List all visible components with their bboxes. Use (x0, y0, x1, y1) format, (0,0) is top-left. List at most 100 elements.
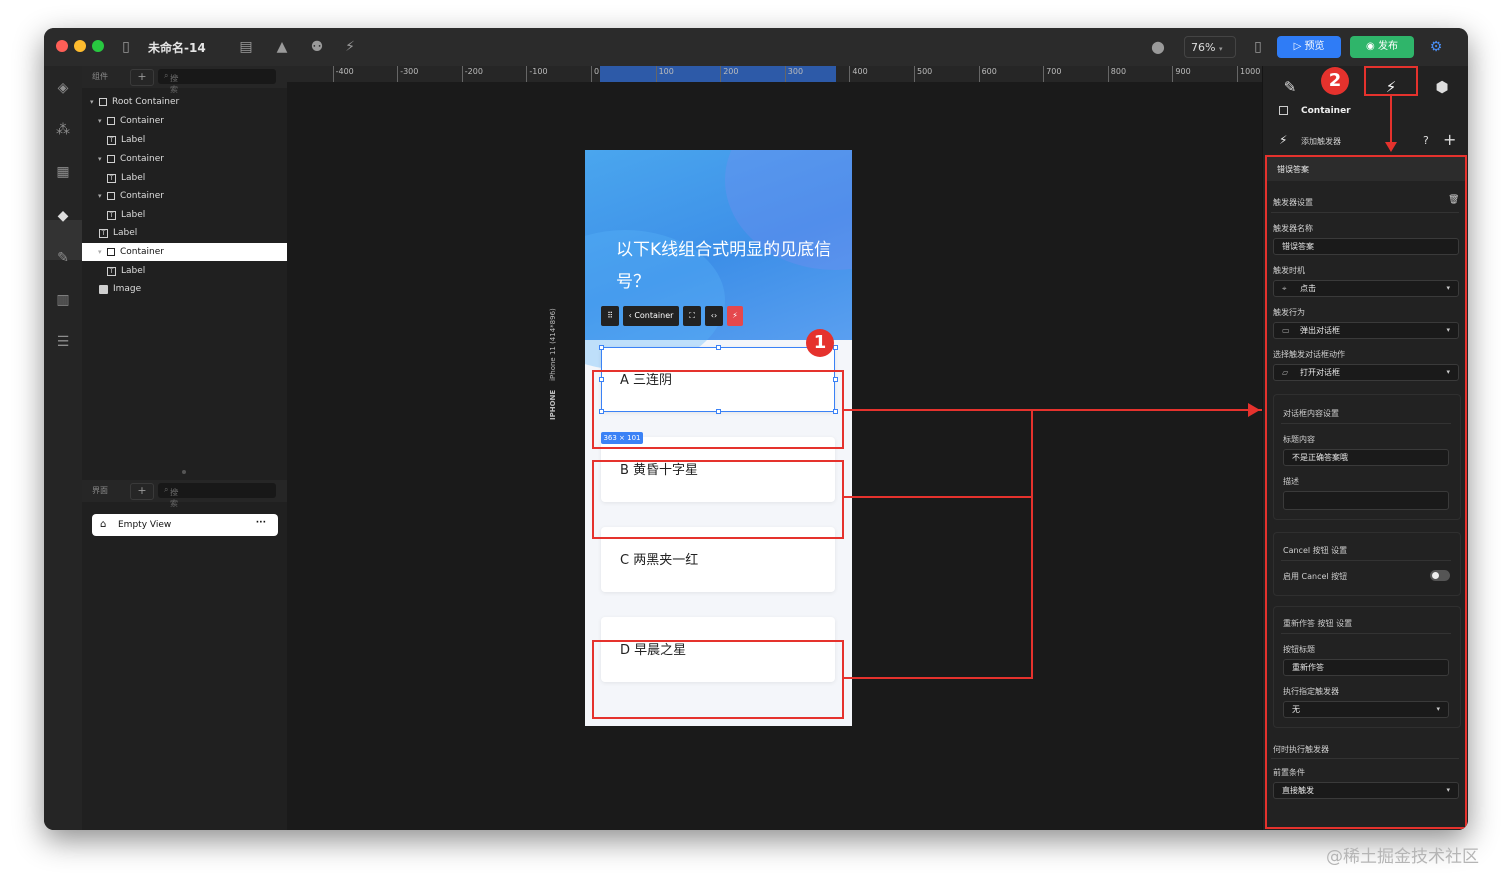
plugin-icon[interactable]: ⬢ (1427, 74, 1457, 100)
ruler-tick (591, 66, 592, 82)
settings-sliders-icon[interactable]: ⚙ (1426, 37, 1446, 57)
ruler-tick (914, 66, 915, 82)
dialog-action-select[interactable]: ▱ 打开对话框 ▾ (1273, 364, 1459, 381)
page-item-label: Empty View (118, 520, 172, 530)
components-icon[interactable]: ⚉ (307, 37, 327, 57)
layer-row[interactable]: T Label (82, 262, 287, 280)
container-icon (99, 98, 107, 106)
question-text[interactable]: 以下K线组合式明显的见底信号？ (616, 234, 838, 298)
close-window-button[interactable] (56, 40, 68, 52)
design-canvas[interactable]: IPHONE iPhone 11 (414*896) 以下K线组合式明显的见底信… (287, 82, 1262, 830)
app-window: ▯ 未命名-14 ▤ ▲ ⚉ ⚡ ● 76% ▾ ▯ ▷ 预览 ◉ 发布 ⚙ ◈… (44, 28, 1468, 830)
layers-icon[interactable]: ◆ (53, 206, 73, 226)
parent-container-button[interactable]: ‹ Container (623, 306, 679, 326)
fit-icon[interactable]: ⛶ (683, 306, 701, 326)
assets-icon[interactable]: ⁂ (53, 120, 73, 140)
layer-label: Container (120, 191, 164, 201)
pin-icon[interactable]: ✎ (53, 248, 73, 268)
annotation-box-a (592, 370, 844, 449)
exec-trigger-select[interactable]: 无 ▾ (1283, 701, 1449, 718)
template-icon[interactable]: ▥ (53, 290, 73, 310)
annotation-connector (1390, 96, 1392, 146)
trigger-action-select[interactable]: ▭ 弹出对话框 ▾ (1273, 322, 1459, 339)
pages-search-placeholder: ⌕ 搜索… (164, 485, 180, 508)
code-icon[interactable]: ‹› (705, 306, 723, 326)
layer-row[interactable]: T Label (82, 224, 287, 242)
message-icon: ▱ (1282, 368, 1289, 377)
add-page-button[interactable]: + (130, 483, 154, 500)
question-header[interactable]: 以下K线组合式明显的见底信号？ ⠿ ‹ Container ⛶ ‹› ⚡ (585, 150, 852, 370)
layer-row[interactable]: Image (82, 280, 287, 298)
pointer-icon: ⌖ (1282, 284, 1287, 293)
trash-icon[interactable]: 🗑 (1448, 195, 1459, 205)
expand-caret-icon[interactable]: ▾ (98, 187, 102, 205)
style-brush-icon[interactable]: ✎ (1275, 74, 1305, 100)
expand-caret-icon[interactable]: ▾ (98, 150, 102, 168)
separator (1281, 560, 1451, 561)
trigger-settings-label: 触发器设置 (1273, 198, 1313, 207)
sidebar-toggle-icon[interactable]: ▯ (116, 37, 136, 57)
chevron-down-icon: ▾ (1218, 45, 1223, 53)
dialog-content-section-label: 对话框内容设置 (1283, 409, 1339, 418)
avatar[interactable]: ● (1148, 37, 1168, 57)
trigger-action-value: 弹出对话框 (1300, 326, 1340, 335)
description-input[interactable] (1283, 491, 1449, 510)
button-title-input[interactable]: 重新作答 (1283, 659, 1449, 676)
quick-action-icon[interactable]: ⚡ (340, 37, 360, 57)
layer-row[interactable]: T Label (82, 169, 287, 187)
add-component-button[interactable]: + (130, 69, 154, 86)
page-search-input[interactable]: ⌕ 搜索… (158, 483, 276, 508)
maximize-window-button[interactable] (92, 40, 104, 52)
panel-resize-handle[interactable] (182, 470, 186, 474)
grid-icon[interactable]: ▦ (53, 162, 73, 182)
component-search-input[interactable]: ⌕ 搜索… (158, 69, 276, 94)
expand-caret-icon[interactable]: ▾ (98, 243, 102, 261)
shapes-icon[interactable]: ▲ (272, 37, 292, 57)
resize-handle[interactable] (716, 345, 721, 350)
resize-handle[interactable] (833, 345, 838, 350)
ruler-tick-label: 100 (658, 67, 674, 76)
annotation-connector (1031, 409, 1033, 679)
document-icon[interactable]: ▤ (236, 37, 256, 57)
list-icon[interactable]: ☰ (53, 332, 73, 352)
zoom-select[interactable]: 76% ▾ (1184, 36, 1236, 58)
label-icon: T (107, 267, 116, 276)
cancel-toggle[interactable] (1430, 570, 1450, 581)
device-icon[interactable]: ▯ (1248, 37, 1268, 57)
ruler-tick-label: -200 (464, 67, 483, 76)
trigger-name-input[interactable]: 错误答案 (1273, 238, 1459, 255)
publish-button[interactable]: ◉ 发布 (1350, 36, 1414, 58)
layer-row[interactable]: ▾ Container (82, 187, 287, 205)
properties-panel: ✎ 2 ⚡ ⬢ Container ⚡ 添加触发器 ? + 错误答案 触发器设置… (1262, 66, 1468, 830)
trigger-item[interactable]: 错误答案 (1267, 157, 1465, 181)
label-icon: T (107, 136, 116, 145)
layer-row[interactable]: ▾ Container (82, 112, 287, 130)
annotation-box-b (592, 460, 844, 539)
help-icon[interactable]: ? (1423, 134, 1429, 147)
dialog-action-value: 打开对话框 (1300, 368, 1340, 377)
title-content-input[interactable]: 不是正确答案哦 (1283, 449, 1449, 466)
precondition-select[interactable]: 直接触发 ▾ (1273, 782, 1459, 799)
cube-icon[interactable]: ◈ (53, 78, 73, 98)
preview-button[interactable]: ▷ 预览 (1277, 36, 1341, 58)
layer-row[interactable]: ▾ Root Container (82, 93, 287, 111)
separator (1281, 633, 1451, 634)
more-icon[interactable]: ··· (256, 512, 266, 534)
add-trigger-button[interactable]: + (1443, 130, 1456, 149)
resize-handle[interactable] (599, 345, 604, 350)
label-icon: T (107, 174, 116, 183)
minimize-window-button[interactable] (74, 40, 86, 52)
layer-row[interactable]: ▾ Container (82, 243, 287, 261)
layer-row[interactable]: ▾ Container (82, 150, 287, 168)
trigger-timing-select[interactable]: ⌖ 点击 ▾ (1273, 280, 1459, 297)
annotation-box-d (592, 640, 844, 719)
layer-row[interactable]: T Label (82, 131, 287, 149)
layer-label: Label (121, 266, 146, 276)
drag-handle-icon[interactable]: ⠿ (601, 306, 619, 326)
expand-caret-icon[interactable]: ▾ (98, 112, 102, 130)
layer-row[interactable]: T Label (82, 206, 287, 224)
page-item-empty-view[interactable]: ⌂ Empty View ··· (92, 514, 278, 536)
expand-caret-icon[interactable]: ▾ (90, 93, 94, 111)
ruler-tick-label: 300 (787, 67, 804, 76)
trigger-lightning-icon[interactable]: ⚡ (727, 306, 743, 326)
